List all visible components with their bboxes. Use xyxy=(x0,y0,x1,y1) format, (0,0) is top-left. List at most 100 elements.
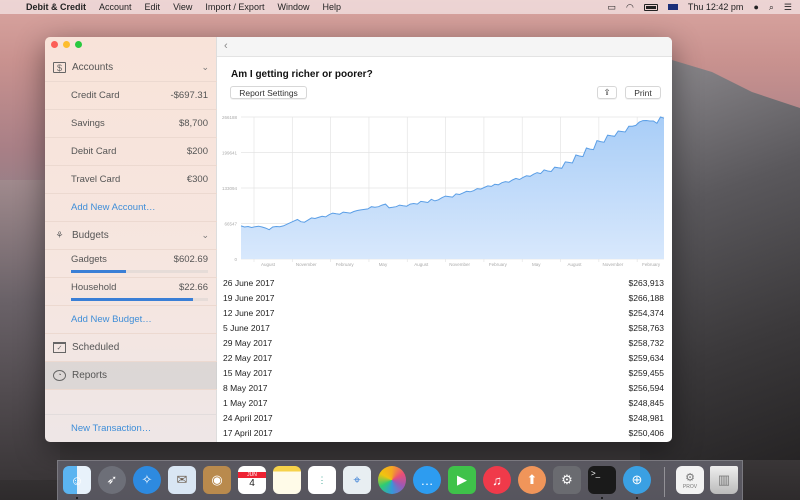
ibooks-icon[interactable]: ⬆ xyxy=(518,466,546,494)
sidebar-item-scheduled[interactable]: ✓ Scheduled xyxy=(45,334,217,362)
system-preferences-icon[interactable]: ⚙ xyxy=(553,466,581,494)
sidebar-section-accounts[interactable]: $ Accounts ⌄ xyxy=(45,54,217,82)
finder-icon[interactable]: ☺ xyxy=(63,466,91,494)
x-tick-label: November xyxy=(449,262,470,267)
app-window: $ Accounts ⌄ Credit Card -$697.31 Saving… xyxy=(45,37,672,442)
budget-row[interactable]: Gadgets $602.69 xyxy=(45,250,217,278)
sidebar: $ Accounts ⌄ Credit Card -$697.31 Saving… xyxy=(45,37,217,442)
table-row[interactable]: 12 June 2017 $254,374 xyxy=(217,305,672,320)
x-tick-label: May xyxy=(532,262,541,267)
terminal-icon[interactable]: >_ xyxy=(588,466,616,494)
mail-icon[interactable]: ✉ xyxy=(168,466,196,494)
table-row[interactable]: 5 June 2017 $258,763 xyxy=(217,320,672,335)
calendar-icon[interactable]: JUN 4 xyxy=(238,466,266,494)
account-name: Credit Card xyxy=(71,90,120,101)
account-name: Debit Card xyxy=(71,146,117,157)
report-panel: ‹ Am I getting richer or poorer? Report … xyxy=(217,37,672,442)
account-balance: €300 xyxy=(186,174,208,185)
print-button[interactable]: Print xyxy=(625,86,661,99)
row-date: 5 June 2017 xyxy=(223,322,270,333)
add-new-budget-link[interactable]: Add New Budget… xyxy=(71,314,152,325)
row-date: 8 May 2017 xyxy=(223,382,268,393)
provisioning-profile-icon[interactable]: ⚙ PROV xyxy=(676,466,704,494)
safari-icon[interactable]: ✧ xyxy=(133,466,161,494)
menu-app-name[interactable]: Debit & Credit xyxy=(26,2,86,12)
x-tick-label: February xyxy=(489,262,508,267)
account-row[interactable]: Credit Card -$697.31 xyxy=(45,82,217,110)
zoom-button[interactable] xyxy=(75,41,82,48)
notes-icon[interactable] xyxy=(273,466,301,494)
battery-icon[interactable] xyxy=(643,3,658,11)
report-title: Am I getting richer or poorer? xyxy=(231,69,373,80)
table-row[interactable]: 26 June 2017 $263,913 xyxy=(217,275,672,290)
close-button[interactable] xyxy=(51,41,58,48)
table-row[interactable]: 8 May 2017 $256,594 xyxy=(217,380,672,395)
menu-window[interactable]: Window xyxy=(277,2,309,12)
dock: ☺ ➶ ✧ ✉ ◉ JUN 4 ⋮ ⌖ … ▶ ♫ ⬆ ⚙ >_ ⊕ ⚙ PRO… xyxy=(57,460,743,500)
reminders-icon[interactable]: ⋮ xyxy=(308,466,336,494)
sidebar-item-reports[interactable]: ◔ Reports xyxy=(45,362,217,390)
spotlight-icon[interactable]: ⌕ xyxy=(769,2,774,13)
debit-credit-icon[interactable]: ⊕ xyxy=(623,466,651,494)
running-indicator xyxy=(636,497,638,499)
menu-view[interactable]: View xyxy=(173,2,192,12)
menu-help[interactable]: Help xyxy=(322,2,341,12)
chevron-down-icon[interactable]: ⌄ xyxy=(201,62,209,73)
table-row[interactable]: 24 April 2017 $248,981 xyxy=(217,410,672,425)
dock-separator xyxy=(664,467,665,497)
share-button[interactable]: ⇪ xyxy=(597,86,617,99)
menu-bar: Debit & Credit Account Edit View Import … xyxy=(0,0,800,14)
budget-row[interactable]: Household $22.66 xyxy=(45,278,217,306)
itunes-icon[interactable]: ♫ xyxy=(483,466,511,494)
table-row[interactable]: 19 June 2017 $266,188 xyxy=(217,290,672,305)
share-icon: ⇪ xyxy=(603,87,611,97)
add-budget-row: Add New Budget… xyxy=(45,306,217,334)
add-new-account-link[interactable]: Add New Account… xyxy=(71,202,156,213)
account-balance: $8,700 xyxy=(178,118,208,129)
table-row[interactable]: 1 May 2017 $248,845 xyxy=(217,395,672,410)
y-tick-label: 199641 xyxy=(222,151,238,156)
running-indicator xyxy=(601,497,603,499)
row-value: $258,763 xyxy=(628,322,664,333)
menu-import-export[interactable]: Import / Export xyxy=(205,2,264,12)
account-balance: $200 xyxy=(186,146,208,157)
notification-center-icon[interactable]: ☰ xyxy=(784,2,792,13)
wifi-icon[interactable]: ◠ xyxy=(626,2,634,13)
y-tick-label: 133094 xyxy=(222,186,238,191)
table-row[interactable]: 15 May 2017 $259,455 xyxy=(217,365,672,380)
messages-icon[interactable]: … xyxy=(413,466,441,494)
facetime-icon[interactable]: ▶ xyxy=(448,466,476,494)
table-row[interactable]: 17 April 2017 $250,406 xyxy=(217,425,672,440)
photos-icon[interactable] xyxy=(378,466,406,494)
contacts-icon[interactable]: ◉ xyxy=(203,466,231,494)
budget-name: Household xyxy=(71,282,117,293)
sidebar-section-budgets[interactable]: ⚘ Budgets ⌄ xyxy=(45,222,217,250)
account-name: Savings xyxy=(71,118,105,129)
report-settings-button[interactable]: Report Settings xyxy=(230,86,307,99)
menu-account[interactable]: Account xyxy=(99,2,132,12)
x-tick-label: February xyxy=(642,262,661,267)
table-row[interactable]: 29 May 2017 $258,732 xyxy=(217,335,672,350)
account-row[interactable]: Savings $8,700 xyxy=(45,110,217,138)
table-row[interactable]: 22 May 2017 $259,634 xyxy=(217,350,672,365)
account-row[interactable]: Travel Card €300 xyxy=(45,166,217,194)
new-transaction-row: New Transaction… xyxy=(45,414,217,442)
x-tick-label: August xyxy=(414,262,429,267)
airplay-icon[interactable]: ▭ xyxy=(608,2,617,13)
launchpad-icon[interactable]: ➶ xyxy=(98,466,126,494)
flag-au-icon[interactable] xyxy=(667,4,678,10)
new-transaction-link[interactable]: New Transaction… xyxy=(71,423,151,434)
minimize-button[interactable] xyxy=(63,41,70,48)
account-row[interactable]: Debit Card $200 xyxy=(45,138,217,166)
x-tick-label: August xyxy=(261,262,276,267)
menu-edit[interactable]: Edit xyxy=(145,2,161,12)
maps-icon[interactable]: ⌖ xyxy=(343,466,371,494)
trash-icon[interactable]: ▥ xyxy=(710,466,738,494)
user-icon[interactable]: ● xyxy=(753,2,758,12)
x-tick-label: August xyxy=(568,262,583,267)
clock[interactable]: Thu 12:42 pm xyxy=(688,2,744,12)
row-date: 1 May 2017 xyxy=(223,397,268,408)
chevron-down-icon[interactable]: ⌄ xyxy=(201,230,209,241)
row-value: $266,188 xyxy=(628,292,664,303)
back-chevron-icon[interactable]: ‹ xyxy=(224,40,228,52)
